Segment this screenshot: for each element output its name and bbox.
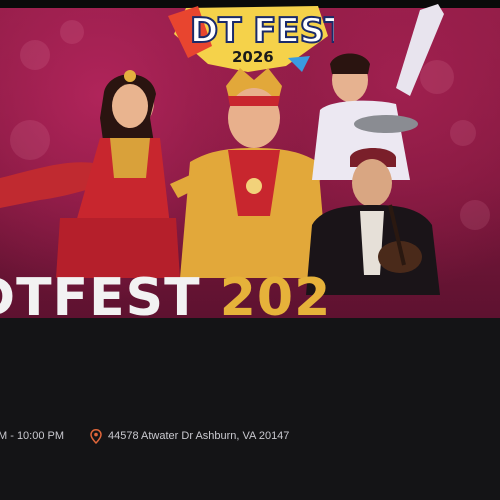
event-address[interactable]: 44578 Atwater Dr Ashburn, VA 20147 xyxy=(108,430,289,442)
crowd-texture xyxy=(20,40,50,70)
event-info-row: M - 10:00 PM 44578 Atwater Dr Ashburn, V… xyxy=(0,428,500,446)
crowd-texture xyxy=(60,20,84,44)
big-title-year: 202 xyxy=(219,268,332,318)
map-pin-icon xyxy=(90,429,102,444)
event-banner-image: DT FEST 2026 TFEST 202 xyxy=(0,0,500,318)
crowd-texture xyxy=(460,200,490,230)
badge-year: 2026 xyxy=(232,48,274,66)
event-time: M - 10:00 PM xyxy=(0,430,65,442)
banner-big-title: DTFEST 202 xyxy=(0,268,500,318)
big-title-text: DTFEST xyxy=(0,268,201,318)
